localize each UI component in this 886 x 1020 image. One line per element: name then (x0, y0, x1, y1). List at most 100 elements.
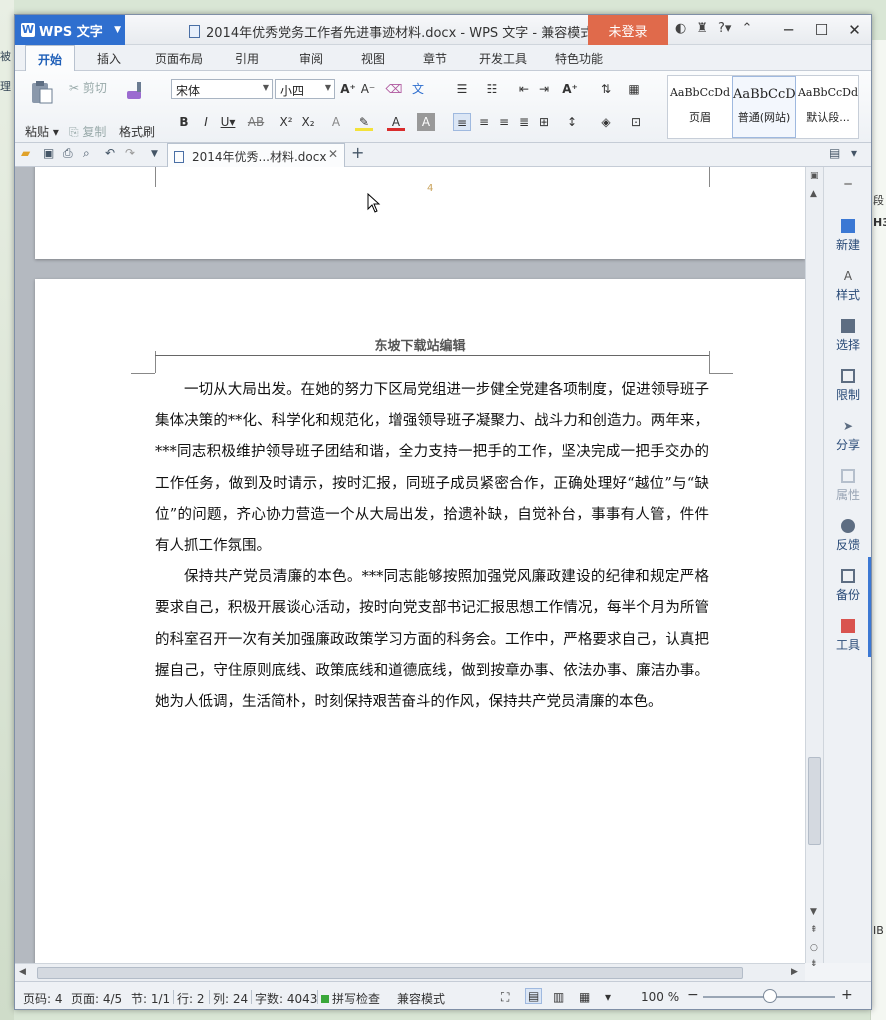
tab-developer[interactable]: 开发工具 (479, 50, 527, 67)
subscript-icon[interactable]: X₂ (299, 113, 317, 131)
next-page-icon[interactable]: ⇟ (810, 959, 818, 969)
decrease-indent-icon[interactable]: ⇤ (515, 80, 533, 98)
line-spacing-icon[interactable]: ↕ (563, 113, 581, 131)
document-canvas[interactable]: 4 东坡下载站编辑 一切从大局出发。在她的努力下区局党组进一步健全党建各项制度，… (15, 167, 805, 963)
minimize-icon[interactable]: ─ (772, 15, 805, 45)
panel-styles-button[interactable]: A 样式 (824, 269, 871, 303)
undo-icon[interactable]: ↶ (105, 146, 115, 160)
format-painter-icon[interactable] (123, 79, 149, 105)
borders-icon[interactable]: ⊡ (627, 113, 645, 131)
panel-tools-button[interactable]: 工具 (824, 619, 871, 653)
shading-fill-icon[interactable]: ◈ (597, 113, 615, 131)
paragraph[interactable]: 一切从大局出发。在她的努力下区局党组进一步健全党建各项制度，促进领导班子集体决策… (155, 375, 709, 562)
tab-insert[interactable]: 插入 (97, 50, 121, 67)
zoom-out-icon[interactable]: − (687, 987, 699, 1003)
underline-icon[interactable]: U▾ (219, 113, 237, 131)
app-menu-button[interactable]: W WPS 文字 ▼ (15, 15, 125, 45)
save-icon[interactable]: ▣ (43, 146, 54, 160)
skin-icon[interactable]: ◐ (675, 21, 686, 36)
print-preview-icon[interactable]: ⌕ (83, 146, 90, 161)
strikethrough-icon[interactable]: AB (247, 113, 265, 131)
zoom-in-icon[interactable]: + (841, 987, 853, 1003)
maximize-icon[interactable]: ☐ (805, 15, 838, 45)
web-view-icon[interactable]: ▾ (605, 990, 611, 1004)
superscript-icon[interactable]: X² (277, 113, 295, 131)
distributed-icon[interactable]: ⊞ (535, 113, 553, 131)
tab-references[interactable]: 引用 (235, 50, 259, 67)
status-page[interactable]: 页面: 4/5 (71, 990, 122, 1007)
font-color-icon[interactable]: A (387, 113, 405, 131)
char-shading-icon[interactable]: A (417, 113, 435, 131)
ruler-toggle-icon[interactable]: ▣ (810, 171, 819, 181)
grow-font-icon[interactable]: A⁺ (339, 80, 357, 98)
page-view-icon[interactable]: ▤ (525, 988, 543, 1004)
paragraph[interactable]: 保持共产党员清廉的本色。***同志能够按照加强党风廉政建设的纪律和规定严格要求自… (155, 562, 709, 718)
scroll-up-icon[interactable]: ▲ (810, 189, 817, 199)
zoom-level[interactable]: 100 % (641, 990, 679, 1004)
panel-backup-button[interactable]: 备份 (824, 569, 871, 603)
collapse-ribbon-icon[interactable]: ⌃ (741, 21, 752, 36)
browse-object-icon[interactable]: ○ (810, 943, 818, 953)
reading-view-icon[interactable]: ▦ (579, 990, 590, 1004)
scroll-right-icon[interactable]: ▶ (791, 967, 798, 977)
justify-icon[interactable]: ≣ (515, 113, 533, 131)
format-painter-button[interactable]: 格式刷 (119, 123, 155, 140)
copy-button[interactable]: ⎘ 复制 (69, 123, 106, 140)
pinyin-icon[interactable]: 文 (409, 80, 427, 98)
document-tab[interactable]: 2014年优秀...材料.docx ✕ (167, 143, 345, 167)
panel-select-button[interactable]: 选择 (824, 319, 871, 353)
clear-format-icon[interactable]: ⌫ (385, 80, 403, 98)
bold-icon[interactable]: B (175, 113, 193, 131)
numbering-icon[interactable]: ☷ (483, 80, 501, 98)
font-size-select[interactable]: 小四 ▼ (275, 79, 335, 99)
change-case-icon[interactable]: A⁺ (561, 80, 579, 98)
zoom-slider-knob[interactable] (763, 989, 777, 1003)
document-body[interactable]: 一切从大局出发。在她的努力下区局党组进一步健全党建各项制度，促进领导班子集体决策… (155, 375, 709, 718)
new-tab-icon[interactable]: + (351, 143, 364, 162)
redo-icon[interactable]: ↷ (125, 146, 135, 160)
page-header[interactable]: 东坡下载站编辑 (35, 335, 805, 354)
panel-properties-button[interactable]: 属性 (824, 469, 871, 503)
prev-page-icon[interactable]: ⇞ (810, 925, 818, 935)
tab-home[interactable]: 开始 (25, 45, 76, 71)
full-screen-view-icon[interactable]: ⛶ (501, 990, 509, 1005)
status-page-code[interactable]: 页码: 4 (23, 990, 63, 1007)
close-icon[interactable]: ✕ (838, 15, 871, 45)
scroll-down-icon[interactable]: ▼ (810, 907, 817, 917)
tab-view[interactable]: 视图 (361, 50, 385, 67)
shrink-font-icon[interactable]: A⁻ (359, 80, 377, 98)
bullets-icon[interactable]: ☰ (453, 80, 471, 98)
cut-button[interactable]: ✂ 剪切 (69, 79, 107, 96)
scroll-left-icon[interactable]: ◀ (19, 967, 26, 977)
status-col[interactable]: 列: 24 (213, 990, 248, 1007)
increase-indent-icon[interactable]: ⇥ (535, 80, 553, 98)
vertical-scrollbar[interactable]: ▣ ▲ ▼ ⇞ ○ ⇟ (805, 167, 823, 969)
style-normal-web[interactable]: AaBbCcD 普通(网站) (732, 76, 796, 138)
panel-new-button[interactable]: 新建 (824, 219, 871, 253)
tab-menu-icon[interactable]: ▾ (851, 146, 857, 160)
shirt-icon[interactable]: ♜ (696, 21, 708, 36)
panel-feedback-button[interactable]: 反馈 (824, 519, 871, 553)
panel-collapse-icon[interactable]: ━ (824, 177, 871, 191)
paste-button[interactable]: 粘贴 ▾ (25, 123, 59, 140)
italic-icon[interactable]: I (197, 113, 215, 131)
tab-review[interactable]: 审阅 (299, 50, 323, 67)
help-icon[interactable]: ?▾ (718, 21, 731, 36)
tab-features[interactable]: 特色功能 (555, 50, 603, 67)
tab-chapter[interactable]: 章节 (423, 50, 447, 67)
text-effect-icon[interactable]: A (327, 113, 345, 131)
spell-check-toggle[interactable]: 拼写检查 (321, 990, 380, 1007)
status-row[interactable]: 行: 2 (177, 990, 205, 1007)
font-name-select[interactable]: 宋体 ▼ (171, 79, 273, 99)
customize-quick-access-icon[interactable]: ▼ (151, 149, 158, 159)
align-right-icon[interactable]: ≡ (495, 113, 513, 131)
horizontal-scrollbar[interactable]: ◀ ▶ (15, 963, 805, 981)
tab-page-layout[interactable]: 页面布局 (155, 50, 203, 67)
print-icon[interactable]: ⎙ (63, 146, 73, 161)
highlight-icon[interactable]: ✎ (355, 113, 373, 131)
panel-restrict-button[interactable]: 限制 (824, 369, 871, 403)
status-section[interactable]: 节: 1/1 (131, 990, 170, 1007)
vertical-scroll-thumb[interactable] (808, 757, 821, 845)
panel-share-button[interactable]: ➤ 分享 (824, 419, 871, 453)
align-left-icon[interactable]: ≡ (453, 113, 471, 131)
